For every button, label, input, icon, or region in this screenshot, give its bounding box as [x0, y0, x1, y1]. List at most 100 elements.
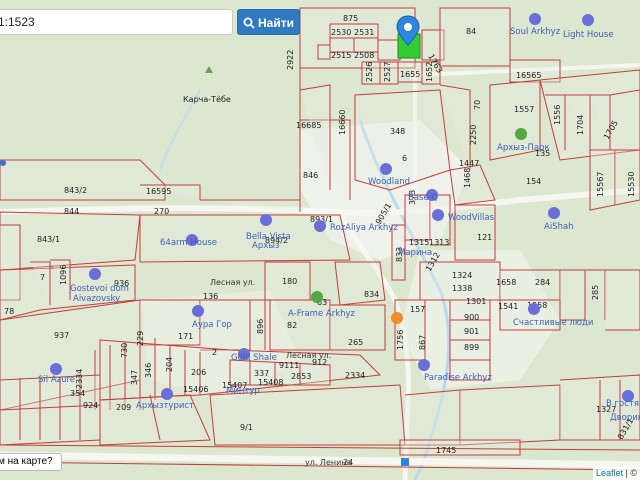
parcel-label: 9/1	[240, 423, 253, 432]
parcel-label: 1655	[400, 70, 420, 79]
parcel-label: 896	[256, 319, 265, 334]
parcel-label: 84	[466, 27, 476, 36]
parcel-label: 229	[136, 331, 145, 346]
parcel-label: 347	[130, 370, 139, 385]
parcel-label: 2334	[75, 369, 84, 389]
parcel-label: 6	[402, 154, 407, 163]
attribution-separator: | ©	[625, 468, 637, 478]
parcel-label: 1313	[429, 238, 449, 247]
parcel-label: 1468	[463, 168, 472, 188]
parcel-label: 1541	[498, 302, 518, 311]
poi-icon	[515, 128, 527, 140]
parcel-label: 2	[212, 348, 217, 357]
parcel-label: 171	[178, 332, 193, 341]
parcel-label: 1324	[452, 271, 472, 280]
search-icon	[243, 17, 255, 29]
poi-icon	[582, 14, 594, 26]
parcel-label: 348	[390, 127, 405, 136]
parcel-label: 2922	[286, 50, 295, 70]
parcel-label: 730	[120, 343, 129, 358]
poi-icon	[380, 163, 392, 175]
parcel-label: 78	[4, 307, 14, 316]
parcel-label: 1556	[553, 105, 562, 125]
poi-icon	[528, 303, 540, 315]
poi-icon	[418, 359, 430, 371]
parcel-label: 70	[473, 100, 482, 110]
poi-icon	[529, 13, 541, 25]
leaflet-link[interactable]: Leaflet	[596, 468, 623, 478]
parcel-label: 1652	[425, 62, 434, 82]
parcel-label: 1315	[409, 238, 429, 247]
cadastral-map[interactable]: 875 2530 2531 2515 2508 84 1763 2922 252…	[0, 0, 640, 480]
parcel-label: 206	[191, 368, 206, 377]
parcel-label: 2530	[331, 28, 351, 37]
parcel-label: 82	[287, 321, 297, 330]
parcel-label: 2515	[331, 51, 351, 60]
poi-label: В гостях у...	[606, 399, 640, 409]
poi-label: Gold Shale	[231, 353, 277, 363]
parcel-label: 1447	[459, 159, 479, 168]
parcel-label: 834	[364, 290, 379, 299]
peak-label: Карча-Тёбе	[183, 95, 231, 104]
search-button[interactable]: Найти	[237, 9, 300, 35]
parcel-label: 1745	[436, 446, 456, 455]
poi-label: 64arm House	[160, 238, 217, 248]
parcel-label: 204	[165, 357, 174, 372]
poi-label: Минтур	[226, 386, 260, 396]
parcel-label: 2508	[354, 51, 374, 60]
parcel-label: 16660	[338, 110, 347, 135]
poi-icon	[391, 312, 403, 324]
street-label: Лесная ул.	[286, 351, 331, 360]
parcel-label: 900	[464, 313, 479, 322]
poi-label: Light House	[563, 30, 614, 40]
parcel-label: 15408	[258, 378, 283, 387]
poi-icon	[314, 220, 326, 232]
parcel-label: 844	[64, 207, 79, 216]
poi-label: Марина	[398, 248, 432, 258]
parcel-label: 901	[464, 327, 479, 336]
parcel-label: 157	[410, 305, 425, 314]
poi-label: Архыз	[252, 241, 280, 251]
parcel-label: 899	[464, 343, 479, 352]
parcel-label: 16685	[296, 121, 321, 130]
parcel-label: 843/1	[37, 235, 60, 244]
parcel-label: 2531	[354, 28, 374, 37]
parcel-label: 1096	[59, 265, 68, 285]
parcel-label: 2527	[383, 62, 392, 82]
search-input[interactable]: 1:1523	[0, 9, 233, 35]
parcel-label: 1704	[576, 115, 585, 135]
parcel-label: 121	[477, 233, 492, 242]
poi-label: Gostevoi dom	[70, 284, 129, 294]
poi-label: Дворик	[610, 413, 640, 423]
parcel-label: 284	[535, 278, 550, 287]
house-number-label: 24	[343, 458, 353, 467]
help-link[interactable]: м на карте?	[0, 453, 62, 471]
poi-icon	[89, 268, 101, 280]
parcel-label: 16595	[146, 187, 171, 196]
house-number-marker	[401, 458, 409, 466]
parcel-label: 15530	[627, 172, 636, 197]
poi-label: A-Frame Arkhyz	[288, 309, 356, 319]
poi-label: Soul Arkhyz	[510, 27, 561, 37]
poi-label: Аура Гор	[192, 320, 232, 330]
poi-label: Aivazovsky	[73, 294, 120, 304]
poi-icon	[260, 214, 272, 226]
parcel-label: 2526	[365, 62, 374, 82]
poi-label: Архыз-Парк	[497, 143, 550, 153]
parcel-label: 15567	[596, 172, 605, 197]
parcel-label: 1557	[514, 105, 534, 114]
parcel-label: 1658	[496, 278, 516, 287]
poi-icon	[192, 305, 204, 317]
poi-label: Sil Azure	[38, 375, 75, 385]
poi-icon	[50, 363, 62, 375]
parcel-label: 209	[116, 403, 131, 412]
poi-label: Счастливые люди	[513, 318, 593, 328]
parcel-label: 867	[418, 335, 427, 350]
parcel-label: 15406	[183, 385, 208, 394]
poi-icon	[548, 207, 560, 219]
parcel-label: 2853	[291, 372, 311, 381]
parcel-label: 1338	[452, 284, 472, 293]
parcel-label: 875	[343, 14, 358, 23]
search-button-label: Найти	[258, 16, 294, 30]
parcel-label: 9111	[279, 361, 299, 370]
